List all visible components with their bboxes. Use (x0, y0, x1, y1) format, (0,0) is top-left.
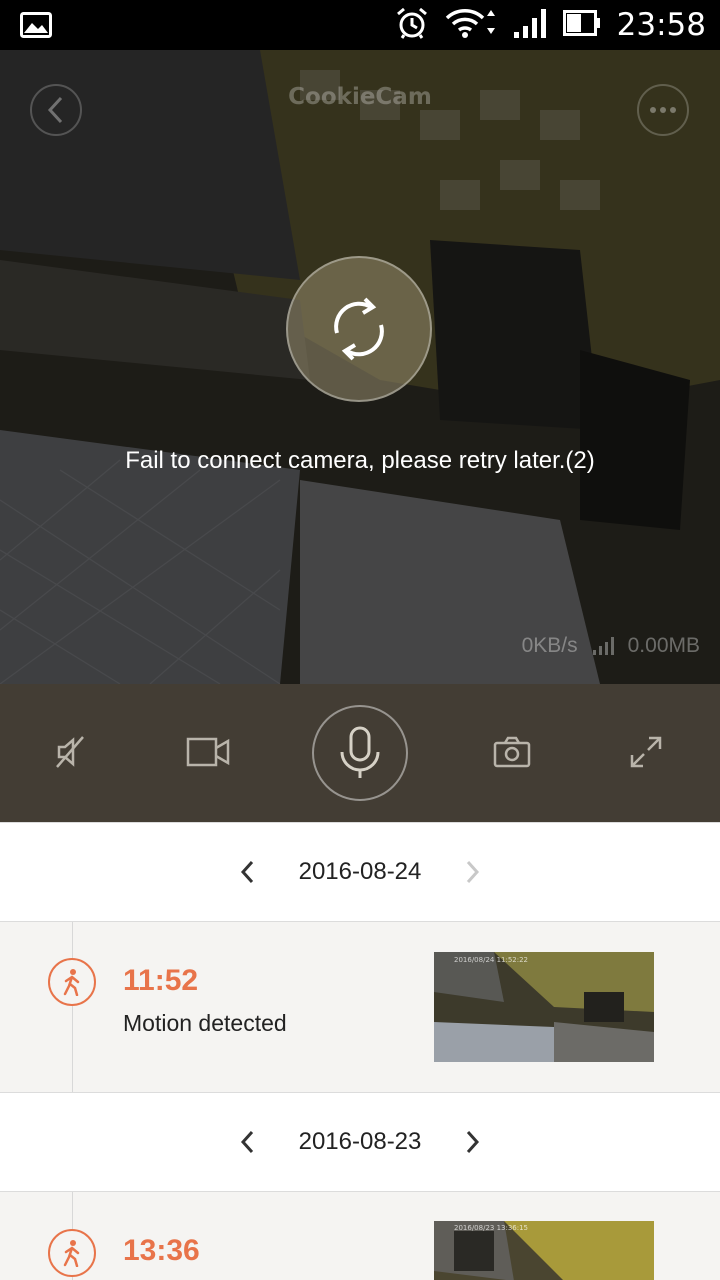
chevron-left-icon (240, 1130, 253, 1154)
chevron-left-icon (240, 860, 253, 884)
next-date-button[interactable] (457, 1127, 487, 1157)
alarm-icon (395, 6, 429, 44)
chevron-right-icon (467, 860, 480, 884)
camera-video-view[interactable]: CookieCam Fail to connect camera, please… (0, 50, 720, 684)
more-dots-icon (650, 107, 676, 113)
fullscreen-icon (630, 736, 662, 768)
svg-text:2016/08/24 11:52:22: 2016/08/24 11:52:22 (454, 956, 528, 964)
status-time: 23:58 (616, 7, 706, 43)
snapshot-camera-icon (493, 736, 531, 768)
date-label: 2016-08-23 (298, 1128, 422, 1155)
svg-text:2016/08/23 13:36:15: 2016/08/23 13:36:15 (454, 1224, 528, 1232)
event-item[interactable]: 13:36 2016/08/23 13:36:15 (0, 1192, 720, 1280)
next-date-button[interactable] (457, 857, 487, 887)
camera-title: CookieCam (288, 84, 432, 110)
camera-control-bar (0, 684, 720, 822)
microphone-icon (340, 726, 380, 778)
status-bar: 23:58 (0, 0, 720, 50)
record-button[interactable] (186, 734, 230, 770)
wifi-icon (445, 6, 497, 44)
chevron-right-icon (467, 1130, 480, 1154)
previous-date-button[interactable] (233, 1127, 263, 1157)
talk-button[interactable] (312, 705, 408, 801)
event-time: 11:52 (123, 964, 199, 997)
signal-icon (513, 8, 547, 42)
stream-speed: 0KB/s (521, 634, 578, 657)
snapshot-button[interactable] (492, 734, 532, 770)
image-notification-icon (20, 12, 52, 42)
timeline-line (72, 922, 73, 1092)
refresh-icon (334, 297, 384, 361)
stream-signal-icon (592, 637, 614, 655)
record-video-icon (186, 737, 230, 767)
event-thumbnail[interactable]: 2016/08/23 13:36:15 (434, 1221, 654, 1280)
date-label: 2016-08-24 (298, 858, 422, 885)
mute-icon (56, 736, 84, 768)
retry-button[interactable] (286, 256, 432, 402)
fullscreen-button[interactable] (626, 732, 666, 772)
event-time: 13:36 (123, 1234, 200, 1267)
stream-stats: 0KB/s 0.00MB (522, 634, 700, 658)
motion-person-icon (48, 958, 96, 1006)
battery-icon (562, 10, 601, 40)
data-used: 0.00MB (627, 634, 700, 657)
more-options-button[interactable] (637, 84, 689, 136)
date-header: 2016-08-23 (0, 1092, 720, 1192)
date-header: 2016-08-24 (0, 822, 720, 922)
mute-button[interactable] (50, 732, 90, 772)
event-thumbnail[interactable]: 2016/08/24 11:52:22 (434, 952, 654, 1062)
event-item[interactable]: 11:52 Motion detected 2016/08/24 11:52:2… (0, 922, 720, 1092)
motion-person-icon (48, 1229, 96, 1277)
previous-date-button[interactable] (233, 857, 263, 887)
connection-error-message: Fail to connect camera, please retry lat… (125, 447, 595, 474)
event-label: Motion detected (123, 1010, 287, 1036)
